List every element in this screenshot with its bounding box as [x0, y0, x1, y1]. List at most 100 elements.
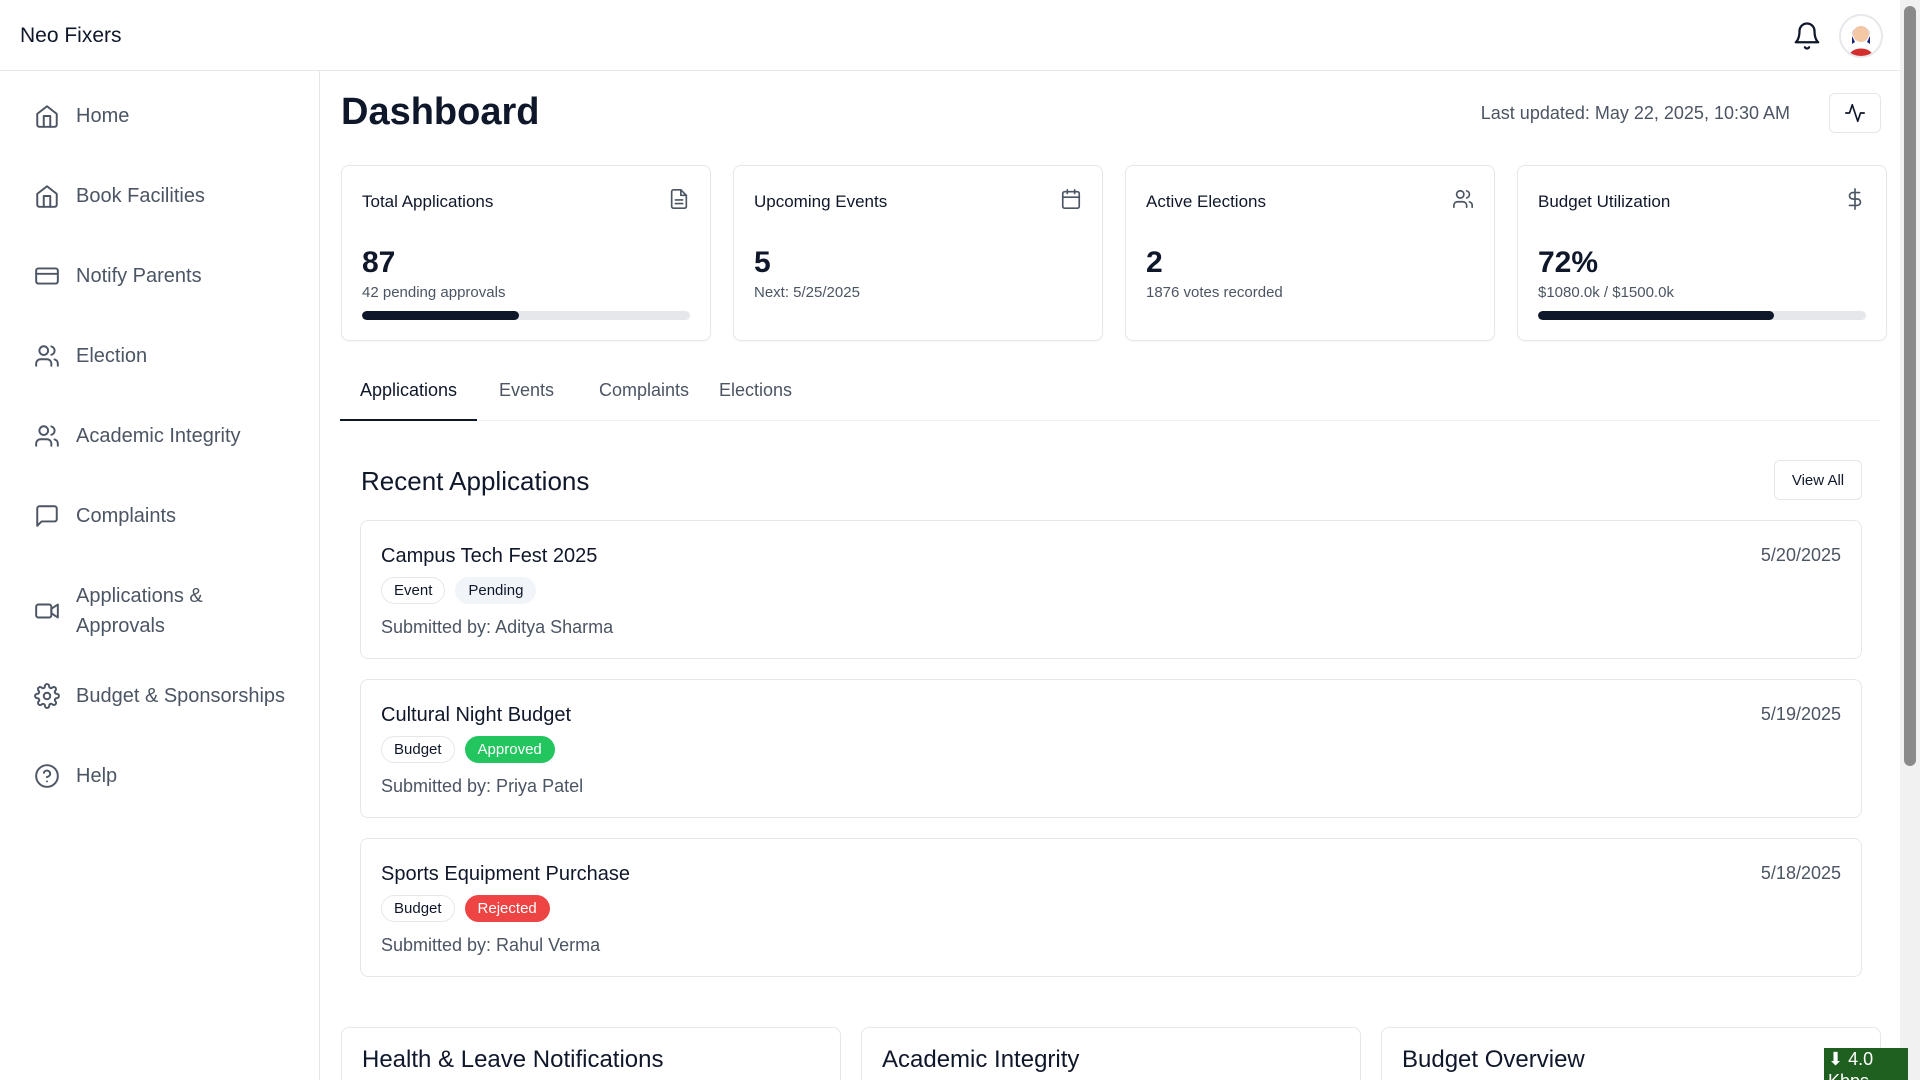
- sidebar-item-notify-parents[interactable]: Notify Parents: [34, 261, 202, 291]
- sidebar-item-label: Help: [76, 765, 118, 787]
- stat-card-upcoming-events: Upcoming Events 5 Next: 5/25/2025: [733, 165, 1103, 341]
- sidebar-item-label-line2: Approvals: [76, 615, 165, 637]
- bell-icon[interactable]: [1792, 21, 1822, 51]
- health-leave-card: Health & Leave Notifications: [341, 1027, 841, 1080]
- home-icon: [36, 105, 58, 128]
- sidebar-item-label: Budget & Sponsorships: [76, 685, 286, 707]
- sidebar-item-academic-integrity[interactable]: Academic Integrity: [34, 421, 241, 451]
- application-date: 5/19/2025: [1760, 704, 1841, 724]
- progress-bar: [362, 311, 690, 320]
- video-icon: [35, 603, 59, 619]
- avatar-image: [1841, 16, 1881, 56]
- stat-card-title: Upcoming Events: [754, 192, 888, 211]
- recent-applications-title: Recent Applications: [361, 466, 590, 496]
- application-name: Cultural Night Budget: [381, 704, 572, 726]
- stat-card-subtext: 42 pending approvals: [362, 284, 506, 301]
- scrollbar[interactable]: [1900, 0, 1920, 1080]
- tab-elections[interactable]: Elections: [699, 371, 812, 421]
- sidebar-item-complaints[interactable]: Complaints: [34, 501, 176, 531]
- sidebar-item-book-facilities[interactable]: Book Facilities: [34, 181, 205, 211]
- academic-integrity-card: Academic Integrity: [861, 1027, 1361, 1080]
- activity-icon: [1845, 103, 1865, 123]
- badge-group: Budget Rejected: [381, 895, 550, 922]
- application-date: 5/20/2025: [1760, 545, 1841, 565]
- stat-card-total-applications: Total Applications 87 42 pending approva…: [341, 165, 711, 341]
- sidebar-item-label: Notify Parents: [76, 265, 202, 287]
- sidebar-item-label: Complaints: [76, 505, 177, 527]
- sidebar-item-budget-sponsorships[interactable]: Budget & Sponsorships: [34, 681, 285, 711]
- stat-card-value: 2: [1146, 246, 1163, 279]
- budget-overview-card: Budget Overview: [1381, 1027, 1881, 1080]
- stat-card-budget-utilization: Budget Utilization 72% $1080.0k / $1500.…: [1517, 165, 1887, 341]
- tab-bar: Applications Events Complaints Elections: [340, 371, 1880, 421]
- sidebar-item-applications-approvals[interactable]: Applications & Approvals: [34, 581, 203, 641]
- message-square-icon: [36, 505, 58, 527]
- users-icon: [1453, 189, 1473, 209]
- application-date: 5/18/2025: [1760, 863, 1841, 883]
- file-text-icon: [670, 189, 688, 209]
- stat-card-value: 87: [362, 246, 396, 279]
- stat-card-title: Total Applications: [362, 192, 494, 211]
- application-name: Sports Equipment Purchase: [381, 863, 631, 885]
- sidebar-item-label: Applications & Approvals: [76, 581, 203, 641]
- scrollbar-thumb[interactable]: [1904, 6, 1916, 766]
- main-content: Dashboard Last updated: May 22, 2025, 10…: [321, 71, 1900, 1080]
- application-list-item[interactable]: Cultural Night Budget 5/19/2025 Budget A…: [360, 679, 1862, 818]
- application-list-item[interactable]: Sports Equipment Purchase 5/18/2025 Budg…: [360, 838, 1862, 977]
- tab-events[interactable]: Events: [479, 371, 574, 421]
- tab-applications[interactable]: Applications: [340, 371, 478, 421]
- users-icon: [35, 345, 59, 367]
- help-circle-icon: [35, 764, 59, 788]
- badge-group: Event Pending: [381, 577, 537, 604]
- sidebar-item-help[interactable]: Help: [34, 761, 117, 791]
- network-speed-overlay: ⬇ 4.0 Kbps: [1824, 1048, 1908, 1080]
- type-badge: Event: [381, 577, 446, 604]
- card-title: Health & Leave Notifications: [362, 1046, 664, 1073]
- app-root: Neo Fixers Home Book Facilities Notify P…: [0, 0, 1920, 1080]
- activity-button[interactable]: [1829, 93, 1881, 133]
- sidebar: Home Book Facilities Notify Parents Elec…: [0, 71, 320, 1080]
- top-bar: Neo Fixers: [0, 0, 1900, 71]
- sidebar-item-label: Home: [76, 105, 130, 127]
- last-updated-text: Last updated: May 22, 2025, 10:30 AM: [1480, 103, 1790, 123]
- type-badge: Budget: [381, 895, 455, 922]
- sidebar-item-label: Book Facilities: [76, 185, 205, 207]
- sidebar-item-label: Election: [76, 345, 148, 367]
- sidebar-item-label-line1: Applications &: [76, 585, 203, 607]
- stat-card-title: Active Elections: [1146, 192, 1266, 211]
- stat-card-subtext: $1080.0k / $1500.0k: [1538, 284, 1674, 301]
- progress-fill: [1538, 311, 1775, 320]
- status-badge: Rejected: [464, 895, 550, 922]
- application-list-item[interactable]: Campus Tech Fest 2025 5/20/2025 Event Pe…: [360, 520, 1862, 659]
- progress-bar: [1538, 311, 1866, 320]
- badge-group: Budget Approved: [381, 736, 555, 763]
- tab-complaints[interactable]: Complaints: [579, 371, 709, 421]
- progress-fill: [362, 311, 520, 320]
- card-title: Budget Overview: [1402, 1046, 1585, 1073]
- application-name: Campus Tech Fest 2025: [381, 545, 598, 567]
- home-icon: [36, 185, 58, 208]
- users-icon: [35, 425, 59, 447]
- view-all-button[interactable]: View All: [1774, 460, 1862, 500]
- sidebar-item-election[interactable]: Election: [34, 341, 147, 371]
- credit-card-icon: [35, 267, 59, 285]
- submitted-by: Submitted by: Aditya Sharma: [381, 617, 614, 637]
- dollar-icon: [1848, 188, 1862, 210]
- brand-name[interactable]: Neo Fixers: [20, 24, 122, 48]
- card-title: Academic Integrity: [882, 1046, 1080, 1073]
- page-title: Dashboard: [341, 91, 540, 133]
- status-badge: Approved: [464, 736, 555, 763]
- submitted-by: Submitted by: Priya Patel: [381, 776, 584, 796]
- stat-card-active-elections: Active Elections 2 1876 votes recorded: [1125, 165, 1495, 341]
- stat-card-subtext: Next: 5/25/2025: [754, 284, 860, 301]
- type-badge: Budget: [381, 736, 455, 763]
- calendar-icon: [1061, 189, 1081, 209]
- stat-card-subtext: 1876 votes recorded: [1146, 284, 1283, 301]
- sidebar-item-label: Academic Integrity: [76, 425, 241, 447]
- sidebar-item-home[interactable]: Home: [34, 101, 129, 131]
- submitted-by: Submitted by: Rahul Verma: [381, 935, 601, 955]
- stat-card-title: Budget Utilization: [1538, 192, 1671, 211]
- stat-card-value: 5: [754, 246, 771, 279]
- user-avatar[interactable]: [1839, 14, 1883, 58]
- settings-icon: [34, 683, 60, 709]
